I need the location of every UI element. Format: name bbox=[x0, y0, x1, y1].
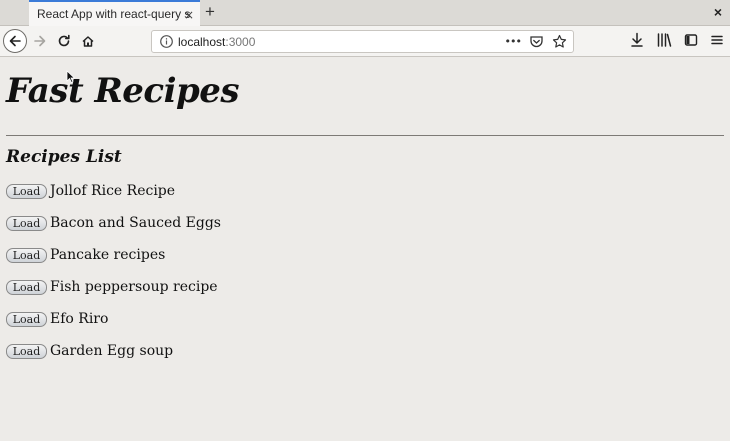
url-bar[interactable]: localhost:3000 ••• bbox=[151, 30, 574, 53]
recipe-name: Pancake recipes bbox=[50, 247, 166, 263]
new-tab-button[interactable]: + bbox=[205, 3, 215, 21]
list-item: Load Bacon and Sauced Eggs bbox=[6, 213, 221, 245]
toolbar-right bbox=[630, 32, 724, 48]
url-host: localhost bbox=[178, 35, 226, 49]
list-item: Load Efo Riro bbox=[6, 309, 221, 341]
tab-close-icon[interactable]: × bbox=[184, 8, 194, 22]
page-actions-icon[interactable]: ••• bbox=[505, 35, 522, 48]
load-button[interactable]: Load bbox=[6, 344, 47, 359]
menu-icon[interactable] bbox=[710, 33, 724, 47]
forward-button[interactable] bbox=[31, 32, 49, 50]
load-button[interactable]: Load bbox=[6, 216, 47, 231]
load-button[interactable]: Load bbox=[6, 312, 47, 327]
list-item: Load Fish peppersoup recipe bbox=[6, 277, 221, 309]
download-icon[interactable] bbox=[630, 32, 644, 48]
page-content: Fast Recipes Recipes List Load Jollof Ri… bbox=[0, 57, 730, 441]
recipe-name: Jollof Rice Recipe bbox=[50, 183, 176, 199]
pocket-icon[interactable] bbox=[529, 34, 544, 49]
back-button[interactable] bbox=[3, 29, 27, 53]
url-text[interactable]: localhost:3000 bbox=[178, 35, 255, 49]
reload-icon bbox=[58, 34, 70, 47]
home-button[interactable] bbox=[79, 32, 97, 50]
load-button[interactable]: Load bbox=[6, 184, 47, 199]
load-button[interactable]: Load bbox=[6, 280, 47, 295]
window-close-button[interactable]: × bbox=[714, 4, 722, 20]
url-port: :3000 bbox=[225, 35, 256, 49]
home-icon bbox=[82, 36, 94, 47]
bookmark-star-icon[interactable] bbox=[552, 34, 567, 49]
library-icon[interactable] bbox=[656, 32, 672, 48]
tab-title: React App with react-query s bbox=[37, 7, 191, 21]
forward-arrow-icon bbox=[34, 35, 46, 47]
recipe-name: Bacon and Sauced Eggs bbox=[50, 215, 221, 231]
recipe-name: Fish peppersoup recipe bbox=[50, 279, 218, 295]
site-info-icon[interactable] bbox=[159, 34, 174, 49]
reload-button[interactable] bbox=[55, 32, 73, 50]
recipe-name: Garden Egg soup bbox=[50, 343, 174, 359]
back-arrow-icon bbox=[9, 35, 21, 47]
tab-react-app[interactable]: React App with react-query s × bbox=[29, 0, 200, 26]
horizontal-rule bbox=[6, 135, 724, 136]
tab-strip: React App with react-query s × + × bbox=[0, 0, 730, 26]
navigation-bar: localhost:3000 ••• bbox=[0, 26, 730, 57]
list-item: Load Jollof Rice Recipe bbox=[6, 181, 221, 213]
mouse-cursor-icon bbox=[66, 70, 75, 83]
url-actions: ••• bbox=[505, 34, 567, 49]
recipe-list: Load Jollof Rice Recipe Load Bacon and S… bbox=[6, 181, 221, 373]
page-title: Fast Recipes bbox=[6, 71, 240, 111]
list-item: Load Pancake recipes bbox=[6, 245, 221, 277]
sidebar-icon[interactable] bbox=[684, 33, 698, 47]
recipe-name: Efo Riro bbox=[50, 311, 109, 327]
load-button[interactable]: Load bbox=[6, 248, 47, 263]
section-title: Recipes List bbox=[6, 147, 122, 167]
list-item: Load Garden Egg soup bbox=[6, 341, 221, 373]
